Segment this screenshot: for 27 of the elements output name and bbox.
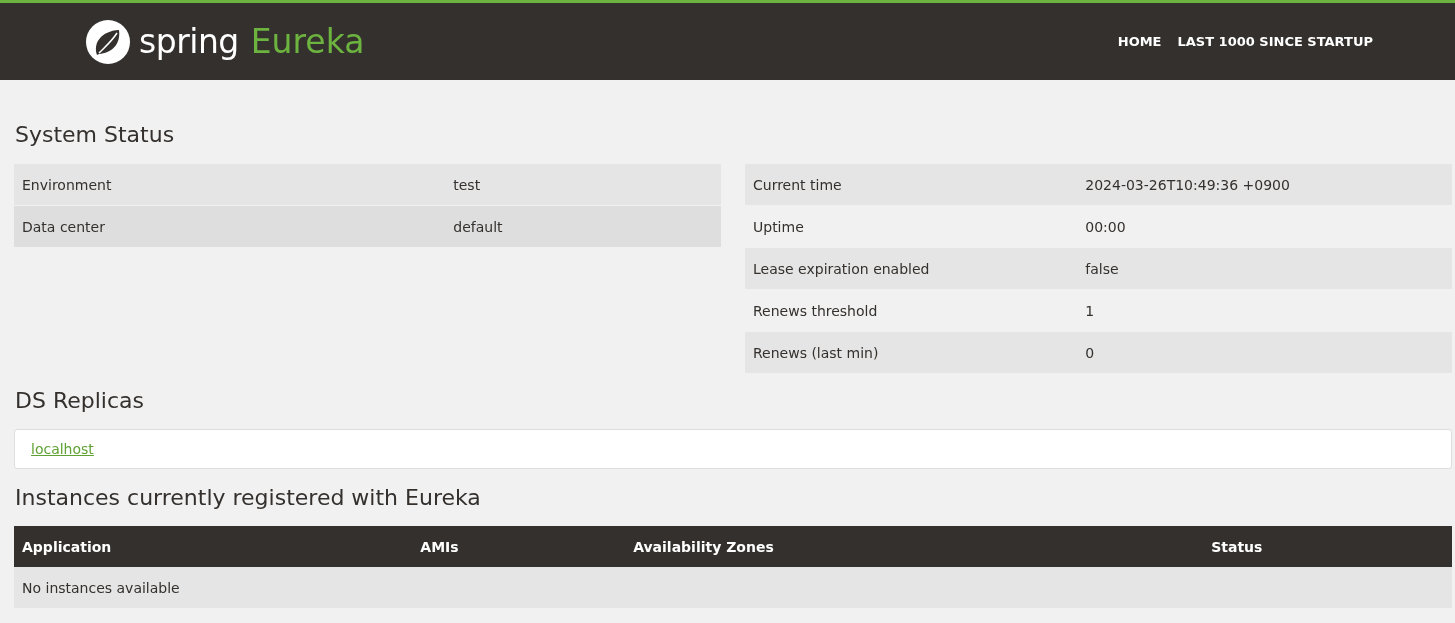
property-value: 1 <box>1077 289 1452 332</box>
section-title: Instances currently registered with Eureka <box>14 485 482 510</box>
property-value: 00:00 <box>1077 205 1452 248</box>
column-header: AMIs <box>412 526 626 567</box>
property-value: default <box>445 205 721 247</box>
nav-link[interactable]: HOME <box>1117 34 1162 49</box>
empty-message: No instances available <box>14 567 1452 608</box>
property-name: Renews (last min) <box>745 331 1078 373</box>
property-value: 0 <box>1077 331 1452 373</box>
property-value: test <box>445 163 721 206</box>
property-value: 2024-03-26T10:49:36 +0900 <box>1077 163 1452 206</box>
column-header: Application <box>14 526 413 567</box>
logo-product-text: Eureka <box>250 22 365 61</box>
section-title: DS Replicas <box>14 388 145 413</box>
section-title: System Status <box>14 122 176 147</box>
property-name: Environment <box>14 163 446 206</box>
property-name: Renews threshold <box>745 289 1078 332</box>
property-name: Lease expiration enabled <box>745 247 1078 290</box>
logo-text: spring <box>139 22 239 61</box>
property-name: Data center <box>14 205 446 247</box>
column-header: Status <box>1203 526 1452 567</box>
property-name: Current time <box>745 163 1078 206</box>
leaf-logo-icon <box>85 18 131 65</box>
column-header: Availability Zones <box>625 526 1204 567</box>
nav-link[interactable]: LAST 1000 SINCE STARTUP <box>1177 34 1373 49</box>
property-value: false <box>1077 247 1452 290</box>
property-name: Uptime <box>745 205 1078 248</box>
